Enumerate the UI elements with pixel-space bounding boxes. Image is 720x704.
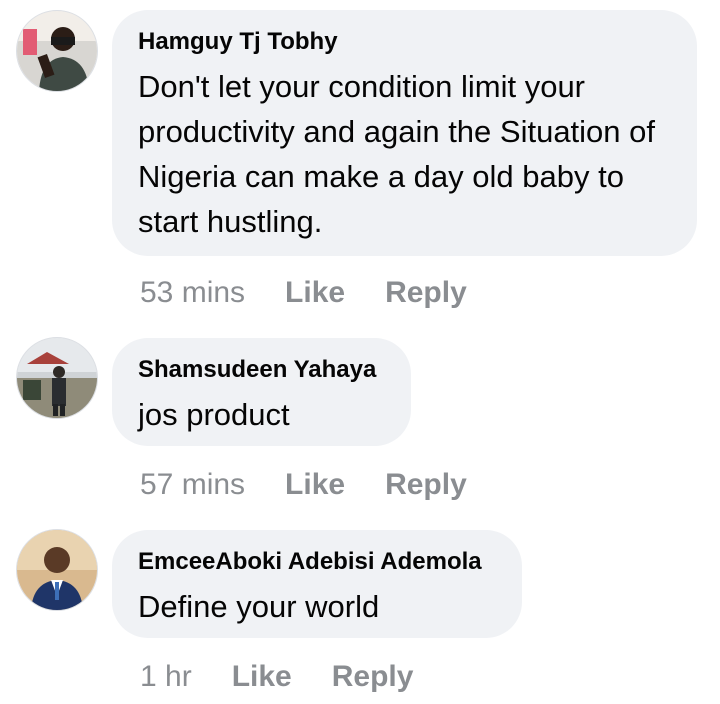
comment-text: Define your world xyxy=(138,589,380,624)
comment-bubble: Shamsudeen Yahaya jos product xyxy=(112,338,411,446)
reply-button[interactable]: Reply xyxy=(385,276,467,310)
comment-author[interactable]: EmceeAboki Adebisi Ademola xyxy=(138,548,496,576)
comment-author[interactable]: Hamguy Tj Tobhy xyxy=(138,28,671,56)
like-button[interactable]: Like xyxy=(285,276,345,310)
comment-author[interactable]: Shamsudeen Yahaya xyxy=(138,356,385,384)
comment-actions: 53 mins Like Reply xyxy=(140,273,507,313)
comment-bubble: Hamguy Tj Tobhy Don't let your condition… xyxy=(112,10,697,256)
comment-timestamp[interactable]: 53 mins xyxy=(140,276,245,310)
reply-button[interactable]: Reply xyxy=(385,468,467,502)
comment-text: Don't let your condition limit your prod… xyxy=(138,69,656,239)
reply-button[interactable]: Reply xyxy=(332,660,414,694)
avatar[interactable] xyxy=(16,337,98,419)
profile-photo xyxy=(17,530,97,610)
profile-photo xyxy=(17,11,97,91)
like-button[interactable]: Like xyxy=(232,660,292,694)
avatar[interactable] xyxy=(16,10,98,92)
comment-bubble: EmceeAboki Adebisi Ademola Define your w… xyxy=(112,530,522,638)
profile-photo xyxy=(17,338,97,418)
comment-timestamp[interactable]: 1 hr xyxy=(140,660,192,694)
comment-actions: 57 mins Like Reply xyxy=(140,465,507,505)
avatar[interactable] xyxy=(16,529,98,611)
comment-actions: 1 hr Like Reply xyxy=(140,657,453,697)
like-button[interactable]: Like xyxy=(285,468,345,502)
comment-timestamp[interactable]: 57 mins xyxy=(140,468,245,502)
comment-text: jos product xyxy=(138,397,290,432)
